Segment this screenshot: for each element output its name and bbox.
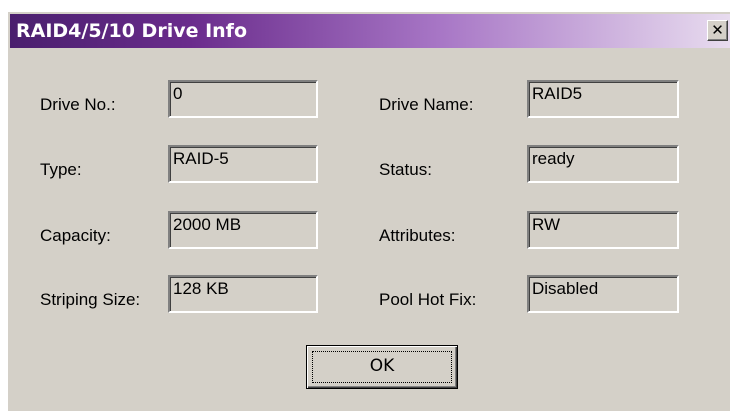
capacity-field: 2000 MB (168, 211, 318, 249)
status-field: ready (527, 145, 679, 183)
type-field: RAID-5 (168, 145, 318, 183)
pool-hot-fix-field: Disabled (527, 275, 679, 313)
drive-name-label: Drive Name: (379, 95, 474, 114)
close-icon: ✕ (711, 21, 724, 39)
drive-no-field: 0 (168, 80, 318, 118)
ok-button-label: OK (369, 356, 395, 376)
capacity-label: Capacity: (40, 226, 111, 245)
close-button[interactable]: ✕ (707, 20, 728, 41)
drive-no-label: Drive No.: (40, 95, 116, 114)
drive-info-dialog: RAID4/5/10 Drive Info ✕ Drive No.: 0 Dri… (6, 10, 730, 411)
ok-button[interactable]: OK (306, 345, 458, 389)
striping-size-field: 128 KB (168, 275, 318, 313)
striping-size-label: Striping Size: (40, 290, 141, 309)
type-label: Type: (40, 160, 82, 179)
status-label: Status: (379, 160, 432, 179)
drive-name-field: RAID5 (527, 80, 679, 118)
pool-hot-fix-label: Pool Hot Fix: (379, 290, 477, 309)
window-title: RAID4/5/10 Drive Info (16, 20, 248, 42)
title-bar[interactable]: RAID4/5/10 Drive Info ✕ (10, 14, 730, 48)
attributes-label: Attributes: (379, 226, 456, 245)
attributes-field: RW (527, 211, 679, 249)
